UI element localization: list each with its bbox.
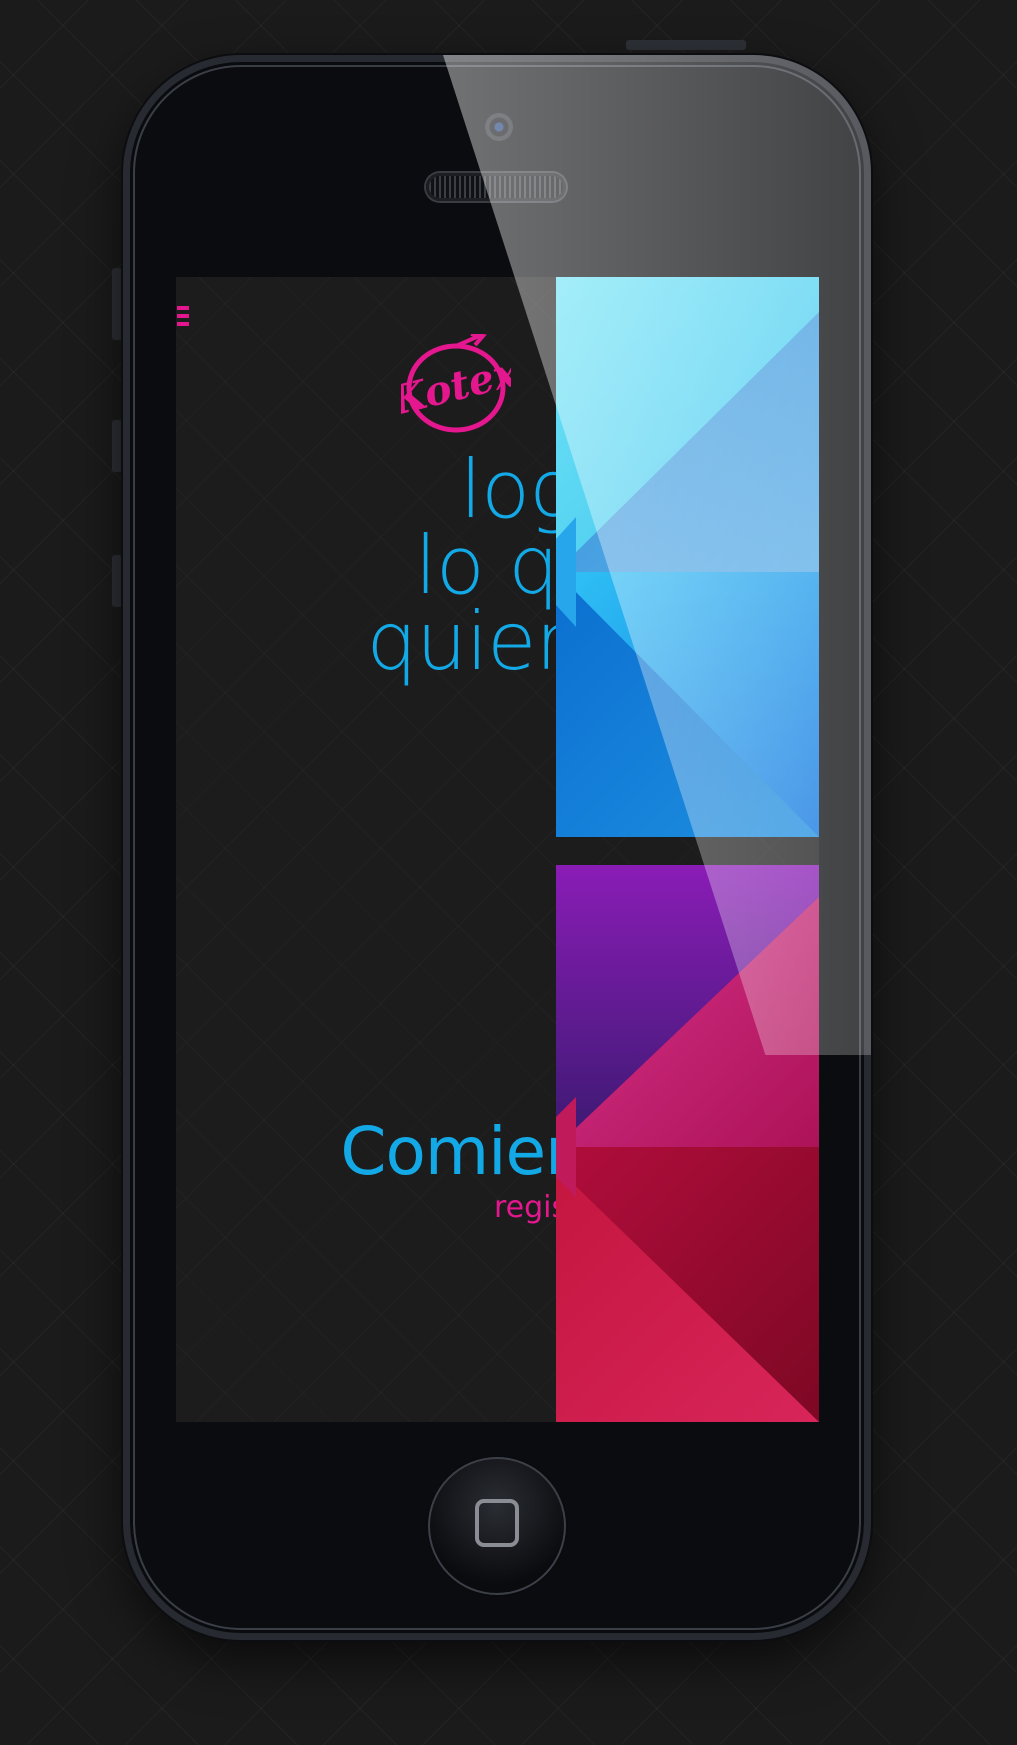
menu-icon[interactable]	[177, 306, 189, 330]
volume-up-button	[112, 420, 122, 472]
home-square-icon	[475, 1499, 519, 1547]
volume-down-button	[112, 555, 122, 607]
earpiece-speaker	[426, 173, 566, 201]
app-screen: Kotex logra lo que quieras Comienza regi…	[176, 277, 819, 1422]
mute-switch	[112, 268, 122, 340]
geometric-art-panel	[556, 277, 819, 1422]
home-button-icon[interactable]	[428, 1457, 566, 1595]
front-camera	[485, 113, 513, 141]
power-button	[626, 40, 746, 50]
kotex-logo: Kotex	[401, 334, 511, 433]
